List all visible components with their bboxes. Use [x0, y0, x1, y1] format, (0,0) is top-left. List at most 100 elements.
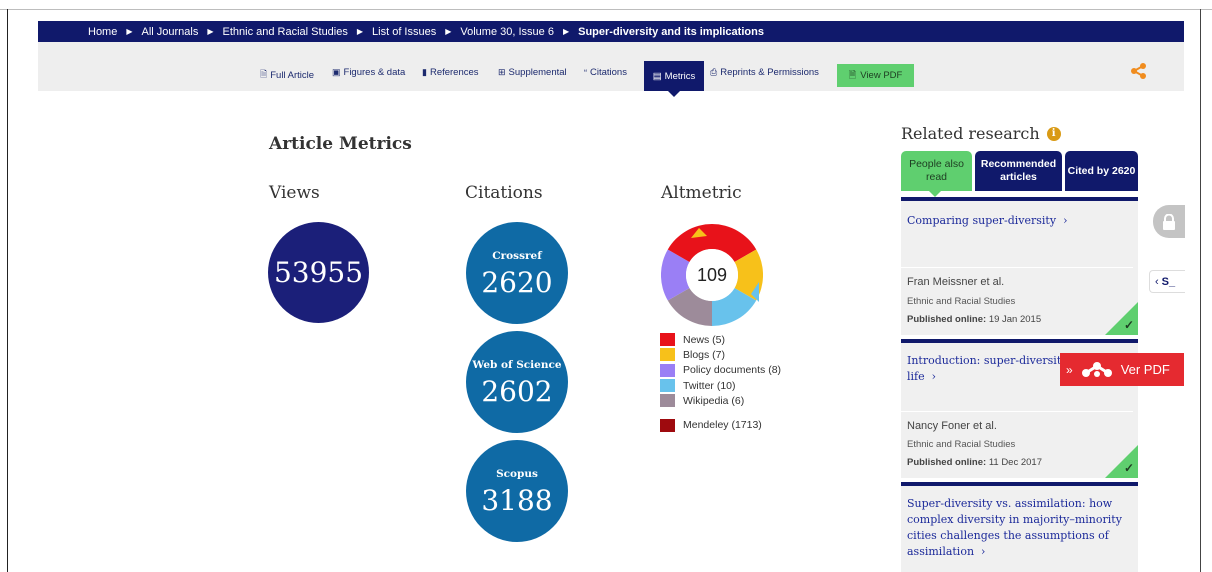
tab-cited-by[interactable]: Cited by 2620 — [1065, 151, 1138, 191]
tab-label: References — [429, 67, 479, 78]
published-date: 19 Jan 2015 — [988, 314, 1042, 325]
breadcrumb-issue[interactable]: Volume 30, Issue 6 — [460, 26, 554, 38]
related-article-authors: Nancy Foner et al. — [907, 420, 997, 432]
tab-figures-data[interactable]: ▣ Figures & data — [332, 67, 405, 78]
legend-label: Policy documents (8) — [683, 364, 782, 377]
related-article-title[interactable]: Comparing super-diversity › — [907, 213, 1067, 229]
views-count: 53955 — [268, 222, 369, 323]
crossref-citations[interactable]: Crossref 2620 — [466, 222, 568, 324]
related-article-published: Published online: 11 Dec 2017 — [907, 457, 1042, 468]
breadcrumb-journal[interactable]: Ethnic and Racial Studies — [223, 26, 348, 38]
related-article-title-line: Introduction: super-diversity — [907, 354, 1068, 367]
window-top-border — [0, 9, 1212, 10]
breadcrumb-separator-icon: ▶ — [126, 27, 133, 36]
related-article-card[interactable]: Super-diversity vs. assimilation: how co… — [901, 482, 1138, 572]
related-article-title[interactable]: Super-diversity vs. assimilation: how co… — [907, 496, 1122, 560]
published-label: Published online: — [907, 314, 987, 325]
document-icon: 🗎 — [260, 69, 268, 79]
breadcrumb-home[interactable]: Home — [88, 26, 117, 38]
views-heading: Views — [269, 183, 320, 203]
related-article-title-text: Comparing super-diversity — [907, 214, 1057, 227]
related-article-card[interactable]: Comparing super-diversity › Fran Meissne… — [901, 197, 1138, 335]
breadcrumb-separator-icon: ▶ — [207, 27, 214, 36]
tab-reprints-permissions[interactable]: ⎙ Reprints & Permissions — [710, 67, 819, 78]
side-tool-label: S_ — [1161, 275, 1176, 288]
chevron-right-icon: › — [928, 370, 937, 383]
published-date: 11 Dec 2017 — [988, 457, 1042, 468]
article-tabs-bar: 🗎 Full Article ▣ Figures & data ▮ Refere… — [38, 42, 1184, 97]
breadcrumb-current-article: Super-diversity and its implications — [578, 25, 764, 38]
altmetric-score: 109 — [697, 265, 727, 285]
tab-label: Supplemental — [508, 67, 567, 78]
info-icon[interactable]: i — [1046, 126, 1061, 141]
legend-label: Wikipedia (6) — [683, 394, 745, 407]
chevron-right-icon: › — [1059, 214, 1068, 227]
tab-metrics[interactable]: ▤ Metrics — [644, 61, 704, 97]
print-icon: ⎙ — [710, 67, 718, 77]
legend-swatch — [660, 394, 675, 408]
related-article-title-line: Super-diversity vs. assimilation: how — [907, 497, 1113, 510]
legend-swatch — [660, 379, 675, 393]
check-icon: ✓ — [1123, 461, 1134, 475]
tab-label: Figures & data — [343, 67, 406, 78]
legend-item-blogs: Blogs (7) — [660, 347, 781, 362]
legend-label: Blogs (7) — [683, 348, 726, 361]
altmetric-donut[interactable]: 109 — [661, 224, 763, 326]
view-pdf-label: View PDF — [860, 70, 903, 81]
tab-label: Metrics — [664, 70, 696, 82]
tab-citations[interactable]: “ Citations — [584, 67, 627, 78]
legend-swatch — [660, 363, 675, 377]
legend-swatch — [660, 418, 675, 432]
tab-label: Full Article — [270, 69, 315, 81]
tab-people-also-read[interactable]: People also read — [901, 151, 972, 197]
legend-item-news: News (5) — [660, 332, 781, 347]
citation-source: Web of Science — [472, 358, 562, 371]
image-icon: ▣ — [332, 67, 341, 77]
side-tool-tab[interactable]: ‹ S_ — [1149, 270, 1185, 293]
scopus-citations[interactable]: Scopus 3188 — [466, 440, 568, 542]
breadcrumb-all-journals[interactable]: All Journals — [142, 26, 199, 38]
related-article-title-line: assimilation — [907, 545, 975, 558]
window-left-border — [7, 9, 8, 572]
web-of-science-citations[interactable]: Web of Science 2602 — [466, 331, 568, 433]
related-article-published: Published online: 19 Jan 2015 — [907, 314, 1041, 325]
breadcrumb-separator-icon: ▶ — [562, 27, 570, 36]
ver-pdf-button[interactable]: » Ver PDF — [1060, 353, 1184, 386]
book-icon: ▮ — [422, 67, 427, 77]
view-pdf-button[interactable]: 🗎 View PDF — [837, 64, 914, 87]
tab-supplemental[interactable]: ⊞ Supplemental — [498, 67, 567, 78]
tab-label: Reprints & Permissions — [720, 67, 819, 78]
citation-source: Scopus — [496, 467, 538, 480]
pdf-icon: 🗎 — [848, 69, 857, 81]
legend-item-policy: Policy documents (8) — [660, 363, 781, 378]
legend-item-mendeley: Mendeley (1713) — [660, 417, 781, 432]
legend-swatch — [660, 348, 675, 362]
tab-references[interactable]: ▮ References — [422, 67, 479, 78]
related-article-title[interactable]: Introduction: super-diversity life › — [907, 353, 1067, 385]
chevron-right-icon: › — [977, 545, 986, 558]
published-label: Published online: — [907, 457, 987, 468]
double-chevron-icon: » — [1066, 362, 1073, 377]
citation-count: 3188 — [481, 483, 553, 517]
access-lock-tab[interactable] — [1153, 205, 1185, 238]
bar-chart-icon: ▤ — [652, 70, 662, 82]
tab-full-article[interactable]: 🗎 Full Article — [260, 67, 314, 83]
breadcrumb-separator-icon: ▶ — [445, 27, 452, 36]
tab-recommended-articles[interactable]: Recommended articles — [975, 151, 1062, 191]
card-divider — [901, 267, 1133, 268]
legend-label: News (5) — [683, 333, 726, 346]
mendeley-icon — [1081, 361, 1112, 377]
related-article-title-line: cities challenges the assumptions of — [907, 529, 1109, 542]
citation-count: 2602 — [481, 374, 553, 408]
related-article-title-line: life — [907, 370, 925, 383]
legend-label: Mendeley (1713) — [683, 419, 762, 432]
citations-heading: Citations — [465, 183, 543, 203]
lock-icon — [1163, 213, 1175, 230]
related-article-journal: Ethnic and Racial Studies — [907, 296, 1016, 307]
views-value: 53955 — [273, 256, 364, 289]
legend-item-twitter: Twitter (10) — [660, 378, 781, 393]
breadcrumb-list-of-issues[interactable]: List of Issues — [372, 26, 436, 38]
share-icon[interactable] — [1130, 62, 1148, 80]
legend-swatch — [660, 333, 675, 347]
related-article-journal: Ethnic and Racial Studies — [907, 439, 1016, 450]
